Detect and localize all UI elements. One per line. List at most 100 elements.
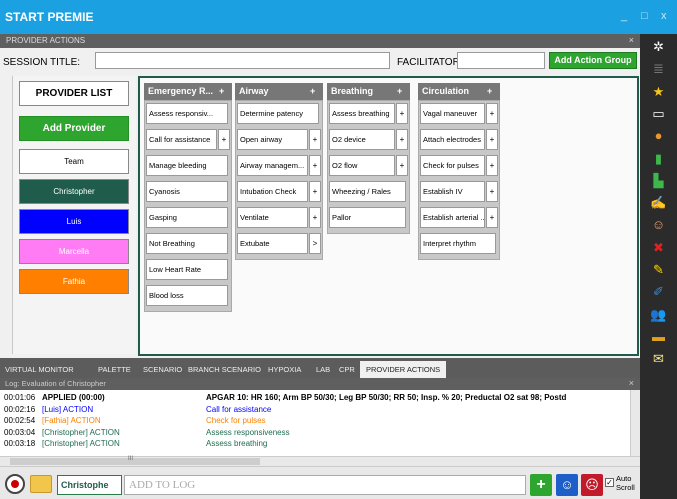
tab-hypoxia[interactable]: HYPOXIA xyxy=(268,361,301,378)
column-add-icon[interactable]: + xyxy=(310,83,315,100)
syringe-icon[interactable]: ✐ xyxy=(649,283,668,300)
log-vertical-scrollbar[interactable] xyxy=(630,390,640,456)
monitor-icon[interactable]: ▭ xyxy=(649,105,668,122)
action-column-header[interactable]: Breathing + xyxy=(327,83,410,100)
action-expand-button[interactable]: + xyxy=(218,129,230,150)
action-expand-button[interactable]: + xyxy=(486,129,498,150)
action-button[interactable]: Airway managem... xyxy=(237,155,308,176)
smile-icon[interactable]: ☺ xyxy=(556,474,578,496)
star-icon[interactable]: ★ xyxy=(649,83,668,100)
log-horizontal-scrollbar[interactable]: III xyxy=(0,456,640,466)
tab-scenario[interactable]: SCENARIO xyxy=(143,361,182,378)
action-button[interactable]: Vagal maneuver xyxy=(420,103,485,124)
baby-icon[interactable]: ☺ xyxy=(649,216,668,233)
panel-close-button[interactable]: × xyxy=(629,35,634,45)
action-button[interactable]: Extubate xyxy=(237,233,308,254)
action-expand-button[interactable]: + xyxy=(396,103,408,124)
action-expand-button[interactable]: + xyxy=(396,129,408,150)
action-button[interactable]: Ventilate xyxy=(237,207,308,228)
action-button[interactable]: Pallor xyxy=(329,207,406,228)
network-icon[interactable]: ▙ xyxy=(649,172,668,189)
tab-lab[interactable]: LAB xyxy=(316,361,330,378)
facilitator-input[interactable] xyxy=(457,52,545,69)
provider-list-button[interactable]: PROVIDER LIST xyxy=(19,81,129,106)
action-button[interactable]: Call for assistance xyxy=(146,129,217,150)
action-expand-button[interactable]: + xyxy=(486,207,498,228)
log-close-button[interactable]: × xyxy=(629,378,634,388)
action-button[interactable]: Assess responsiv... xyxy=(146,103,228,124)
log-row[interactable]: 00:01:06 APPLIED (00:00) APGAR 10: HR 160;… xyxy=(0,392,630,403)
action-button[interactable]: Intubation Check xyxy=(237,181,308,202)
provider-marcella[interactable]: Marcella xyxy=(19,239,129,264)
add-to-log-input[interactable]: ADD TO LOG xyxy=(124,475,526,495)
soccer-ball-icon[interactable]: ● xyxy=(649,127,668,144)
action-button[interactable]: Low Heart Rate xyxy=(146,259,228,280)
action-expand-button[interactable]: + xyxy=(309,181,321,202)
auto-scroll-checkbox[interactable]: ✓ xyxy=(605,478,614,487)
action-expand-button[interactable]: + xyxy=(396,155,408,176)
maximize-button[interactable]: □ xyxy=(641,10,648,22)
record-button[interactable] xyxy=(5,474,25,494)
action-button[interactable]: Establish arterial ... xyxy=(420,207,485,228)
add-provider-button[interactable]: Add Provider xyxy=(19,116,129,141)
action-button[interactable]: Not Breathing xyxy=(146,233,228,254)
action-expand-button[interactable]: + xyxy=(309,129,321,150)
folder-icon[interactable] xyxy=(30,475,52,493)
action-button[interactable]: Cyanosis xyxy=(146,181,228,202)
column-add-icon[interactable]: + xyxy=(397,83,402,100)
action-expand-button[interactable]: + xyxy=(309,207,321,228)
action-button[interactable]: Check for pulses xyxy=(420,155,485,176)
equipment-icon[interactable]: ▮ xyxy=(649,150,668,167)
action-column-header[interactable]: Emergency R... + xyxy=(144,83,232,100)
action-button[interactable]: Open airway xyxy=(237,129,308,150)
action-button[interactable]: Interpret rhythm xyxy=(420,233,496,254)
log-row[interactable]: 00:02:54 [Fathia] ACTION Check for pulses xyxy=(0,415,630,426)
x-icon[interactable]: ✖ xyxy=(649,239,668,256)
minimize-button[interactable]: _ xyxy=(621,10,627,22)
tab-branch-scenario[interactable]: BRANCH SCENARIO xyxy=(188,361,261,378)
tab-cpr[interactable]: CPR xyxy=(339,361,355,378)
action-button[interactable]: O2 device xyxy=(329,129,395,150)
action-button[interactable]: Establish IV xyxy=(420,181,485,202)
action-column-header[interactable]: Airway + xyxy=(235,83,323,100)
action-expand-button[interactable]: > xyxy=(309,233,321,254)
log-row[interactable]: 00:02:16 [Luis] ACTION Call for assistance xyxy=(0,404,630,415)
action-button[interactable]: Gasping xyxy=(146,207,228,228)
close-button[interactable]: x xyxy=(661,10,667,22)
provider-fathia[interactable]: Fathia xyxy=(19,269,129,294)
log-row[interactable]: 00:03:04 [Christopher] ACTION Assess respo… xyxy=(0,427,630,438)
provider-select[interactable]: Christophe xyxy=(57,475,122,495)
pencil-icon[interactable]: ✎ xyxy=(649,261,668,278)
frown-icon[interactable]: ☹ xyxy=(581,474,603,496)
list-icon[interactable]: ≣ xyxy=(649,60,668,77)
provider-luis[interactable]: Luis xyxy=(19,209,129,234)
action-button[interactable]: Assess breathing xyxy=(329,103,395,124)
id-card-icon[interactable]: ▬ xyxy=(649,328,668,345)
action-button[interactable]: Determine patency xyxy=(237,103,319,124)
action-button[interactable]: Blood loss xyxy=(146,285,228,306)
gear-icon[interactable]: ✲ xyxy=(649,38,668,55)
tab-virtual-monitor[interactable]: VIRTUAL MONITOR xyxy=(5,361,74,378)
column-add-icon[interactable]: + xyxy=(219,83,224,100)
action-button[interactable]: O2 flow xyxy=(329,155,395,176)
signature-icon[interactable]: ✍ xyxy=(649,194,668,211)
column-add-icon[interactable]: + xyxy=(487,83,492,100)
log-row[interactable]: 00:03:18 [Christopher] ACTION Assess breat… xyxy=(0,438,630,449)
tab-palette[interactable]: PALETTE xyxy=(98,361,131,378)
action-expand-button[interactable]: + xyxy=(486,181,498,202)
action-expand-button[interactable]: + xyxy=(309,155,321,176)
action-button[interactable]: Attach electrodes xyxy=(420,129,485,150)
action-expand-button[interactable]: + xyxy=(486,103,498,124)
auto-scroll-toggle[interactable]: ✓ Auto Scroll xyxy=(605,472,638,496)
action-button[interactable]: Manage bleeding xyxy=(146,155,228,176)
action-button[interactable]: Wheezing / Rales xyxy=(329,181,406,202)
people-icon[interactable]: 👥 xyxy=(649,306,668,323)
provider-christopher[interactable]: Christopher xyxy=(19,179,129,204)
tab-provider-actions[interactable]: PROVIDER ACTIONS xyxy=(360,361,447,378)
note-icon[interactable]: ✉ xyxy=(649,350,668,367)
provider-team[interactable]: Team xyxy=(19,149,129,174)
action-expand-button[interactable]: + xyxy=(486,155,498,176)
add-log-entry-button[interactable]: + xyxy=(530,474,552,496)
action-column-header[interactable]: Circulation + xyxy=(418,83,500,100)
session-title-input[interactable] xyxy=(95,52,390,69)
